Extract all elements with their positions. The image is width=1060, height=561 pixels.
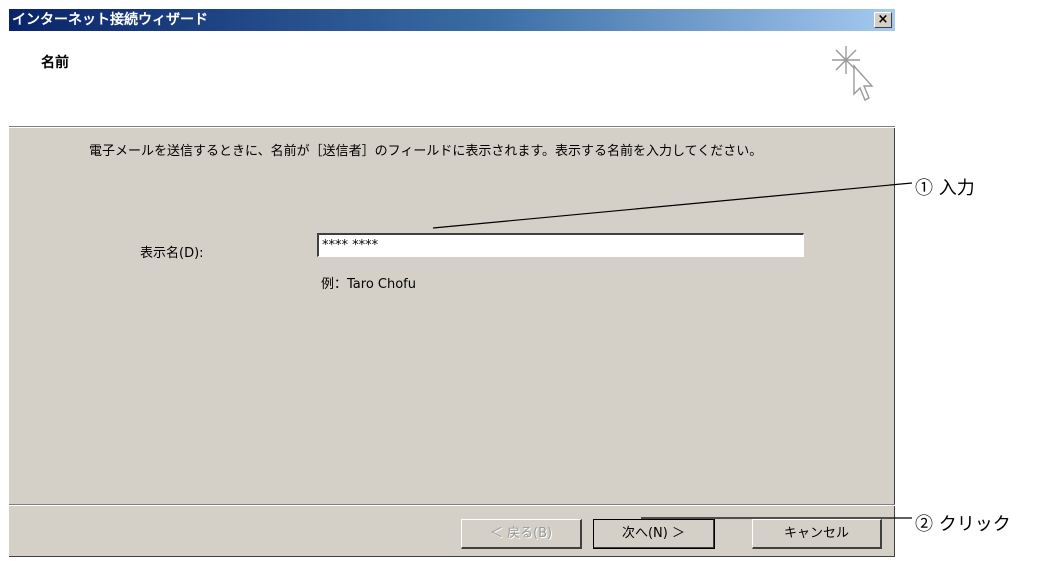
cancel-button[interactable]: キャンセル [752, 519, 882, 549]
description-text: 電子メールを送信するときに、名前が［送信者］のフィールドに表示されます。表示する… [89, 144, 763, 159]
page-title: 名前 [41, 55, 69, 71]
close-button[interactable]: × [874, 12, 892, 28]
title-bar: インターネット接続ウィザード × [9, 9, 895, 31]
display-name-input[interactable] [317, 233, 804, 257]
back-button[interactable]: ＜ 戻る(B) [461, 519, 582, 549]
internet-connection-wizard-dialog: インターネット接続ウィザード × 名前 電子メールを送信するときに、名前が［送信… [9, 9, 895, 557]
display-name-label: 表示名(D): [140, 246, 204, 261]
wizard-sparkle-cursor-icon [832, 46, 874, 101]
annotation-step1: ① 入力 [915, 178, 975, 199]
window-title: インターネット接続ウィザード [12, 12, 208, 28]
annotation-step2: ② クリック [915, 514, 1011, 535]
header-separator [9, 126, 895, 128]
footer-separator [9, 504, 895, 506]
wizard-header-panel: 名前 [9, 31, 895, 126]
display-name-example: 例：Taro Chofu [321, 277, 416, 292]
next-button[interactable]: 次へ(N) ＞ [593, 519, 715, 549]
